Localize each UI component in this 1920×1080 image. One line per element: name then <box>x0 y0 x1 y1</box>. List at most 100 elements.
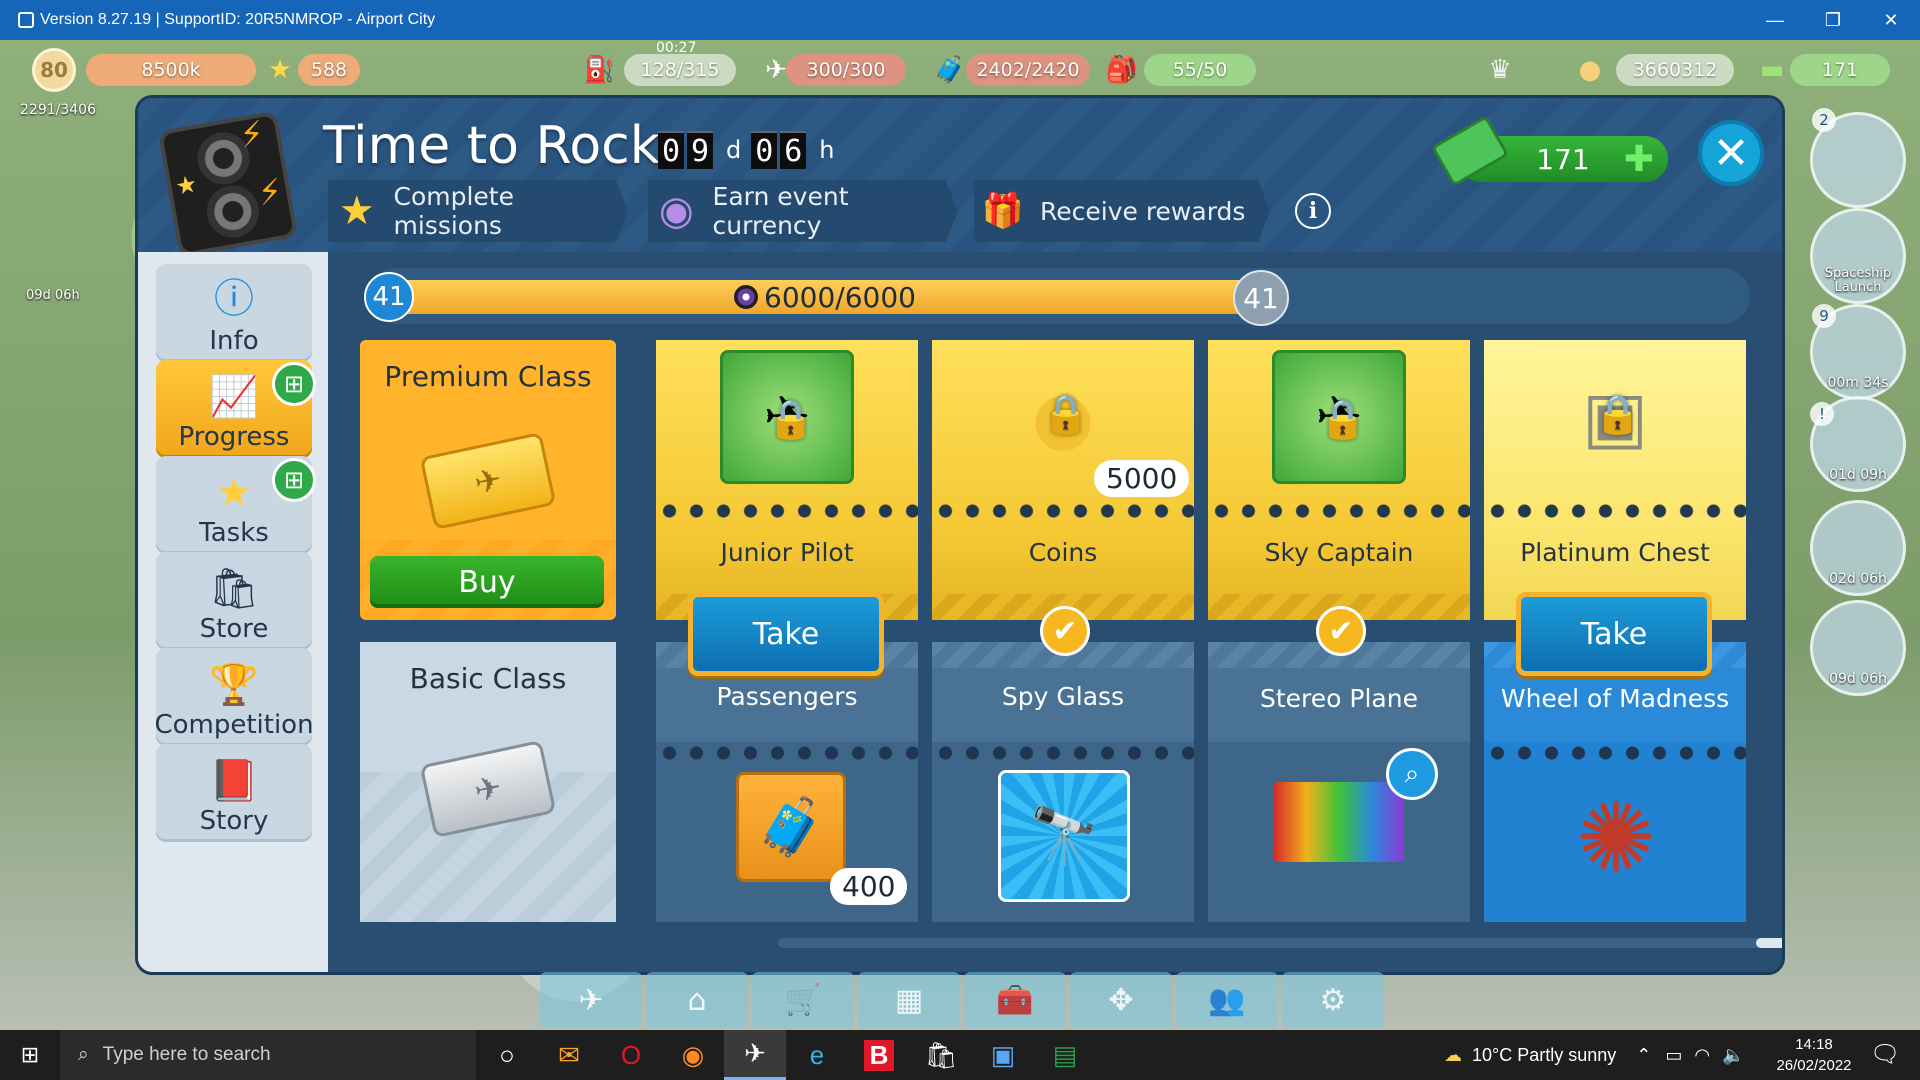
b-app-icon[interactable]: B <box>848 1030 910 1080</box>
cash-icon: ▬ <box>1759 55 1785 85</box>
hud-label: 09d 06h <box>1829 671 1887 687</box>
progress-bar: 6000/6000 <box>368 268 1750 324</box>
basic-class-title: Basic Class <box>409 662 567 695</box>
reward-label: Spy Glass <box>1001 682 1125 711</box>
shopping-bag-icon: 🛍 <box>208 566 260 612</box>
airport-city-app-icon[interactable]: ✈ <box>724 1030 786 1080</box>
spyglass-icon: 🔭 <box>998 770 1130 902</box>
event-timer: 0 9 d 0 6 h <box>658 130 844 170</box>
cart-icon[interactable]: 🛒 <box>752 972 854 1028</box>
volume-icon[interactable]: 🔈 <box>1722 1045 1744 1066</box>
search-placeholder: Type here to search <box>102 1044 271 1065</box>
cargo-counter: 300/300 <box>786 54 906 86</box>
restore-button[interactable]: ❐ <box>1804 0 1862 40</box>
lock-icon: 🔒 <box>1042 392 1090 436</box>
hud-label: 01d 09h <box>1829 467 1887 483</box>
take-reward-button[interactable]: Take <box>1516 592 1712 676</box>
weather-text[interactable]: 10°C Partly sunny <box>1472 1045 1616 1066</box>
record-disc-icon <box>734 285 759 309</box>
reward-label: Junior Pilot <box>720 538 854 567</box>
quantity-badge: 400 <box>830 868 908 905</box>
windows-taskbar: ⊞ ⌕ Type here to search ○ ✉ O ◉ ✈ e B 🛍 … <box>0 1030 1920 1080</box>
crate-icon[interactable]: ▦ <box>858 972 960 1028</box>
sidebar-item-story[interactable]: 📕 Story <box>156 744 312 842</box>
spaceship-launch-button[interactable]: Spaceship Launch <box>1810 208 1906 304</box>
sidebar-item-store[interactable]: 🛍 Store <box>156 552 312 650</box>
taskbar-clock[interactable]: 14:18 26/02/2022 <box>1764 1034 1864 1076</box>
star-icon: ★ <box>216 470 252 516</box>
speaker-icon: ⚡ ⚡ ★ <box>157 110 299 258</box>
battery-icon[interactable]: ▭ <box>1665 1045 1682 1066</box>
reward-label: Wheel of Madness <box>1500 684 1730 713</box>
hud-label: 00m 34s <box>1827 375 1889 391</box>
mail-app-icon[interactable]: ✉ <box>538 1030 600 1080</box>
basic-reward-passengers[interactable]: Passengers 🧳 400 <box>656 642 918 922</box>
add-currency-icon[interactable]: ✚ <box>1624 139 1654 180</box>
sidebar-item-label: Competition <box>154 710 314 740</box>
edge-icon[interactable]: e <box>786 1030 848 1080</box>
firefox-icon[interactable]: ◉ <box>662 1030 724 1080</box>
reward-label: Passengers <box>716 682 858 711</box>
minimize-button[interactable]: — <box>1746 0 1804 40</box>
basic-reward-wheel-of-madness[interactable]: Wheel of Madness ✺ <box>1484 642 1746 922</box>
globe-plane-icon[interactable]: ✈ <box>540 972 642 1028</box>
sidebar-item-tasks[interactable]: ★ Tasks ⊞ <box>156 456 316 554</box>
inventory-icon[interactable]: 🧰 <box>964 972 1066 1028</box>
notifications-icon[interactable]: 🗨 <box>1870 1040 1900 1069</box>
event-sidebar: ⓘ Info 📈 Progress ⊞ ★ Tasks ⊞ 🛍 Store 🏆 … <box>138 252 328 972</box>
reward-label: Stereo Plane <box>1260 684 1418 713</box>
sidebar-item-label: Story <box>199 806 269 836</box>
hangar-icon[interactable]: ⌂ <box>646 972 748 1028</box>
close-event-button[interactable]: ✕ <box>1698 120 1764 186</box>
basic-reward-stereo-plane[interactable]: Stereo Plane ⌕ <box>1208 642 1470 922</box>
store-app-icon[interactable]: 🛍 <box>910 1030 972 1080</box>
opera-icon[interactable]: O <box>600 1030 662 1080</box>
scrollbar-thumb[interactable] <box>1756 938 1782 948</box>
sidebar-item-label: Progress <box>178 422 290 452</box>
outlook-icon[interactable]: ▣ <box>972 1030 1034 1080</box>
window-close-button[interactable]: ✕ <box>1862 0 1920 40</box>
basic-reward-spy-glass[interactable]: Spy Glass 🔭 <box>932 642 1194 922</box>
premium-class-card: Premium Class ✈ Buy <box>360 340 616 620</box>
excel-icon[interactable]: ▤ <box>1034 1030 1096 1080</box>
step-complete-missions: ★ Complete missions <box>328 180 628 242</box>
sidebar-item-info[interactable]: ⓘ Info <box>156 264 312 362</box>
windows-start-icon[interactable]: ⊞ <box>0 1030 60 1080</box>
buy-premium-button[interactable]: Buy <box>370 556 604 608</box>
ferris-wheel-icon: ✺ <box>1575 782 1657 894</box>
sidebar-item-competition[interactable]: 🏆 Competition <box>154 648 314 746</box>
premium-reward-platinum-chest[interactable]: ▣ 🔒 Platinum Chest <box>1484 340 1746 620</box>
event-currency-pill[interactable]: 171 ✚ <box>1430 115 1668 187</box>
event-header: ⚡ ⚡ ★ Time to Rock 0 9 d 0 6 h ★ Complet… <box>138 98 1782 258</box>
move-icon[interactable]: ✥ <box>1070 972 1172 1028</box>
left-side-timer: 09d 06h <box>26 288 80 303</box>
horizontal-scrollbar[interactable] <box>778 938 1782 948</box>
taskbar-search-box[interactable]: ⌕ Type here to search <box>60 1030 476 1080</box>
settings-gear-icon[interactable]: ⚙ <box>1282 972 1384 1028</box>
premium-reward-coins[interactable]: ● 🔒 5000 Coins <box>932 340 1194 620</box>
progress-text: 6000/6000 <box>764 280 916 314</box>
ticket-event-button[interactable]: 09d 06h <box>1810 600 1906 696</box>
cash-counter: 171 <box>1790 54 1890 86</box>
take-reward-button[interactable]: Take <box>688 592 884 676</box>
plane-calendar-icon: ✈ 🔒 <box>1272 350 1406 484</box>
info-button[interactable]: i <box>1295 193 1331 229</box>
gift-badge-icon: ⊞ <box>272 458 316 502</box>
friends-icon[interactable]: 👥 <box>1176 972 1278 1028</box>
chevron-up-icon[interactable]: ⌃ <box>1636 1045 1651 1066</box>
staff-icon: 🎒 <box>1105 55 1139 85</box>
book-icon: 📕 <box>209 758 259 804</box>
crown-icon[interactable]: ♛ <box>1478 48 1522 92</box>
premium-reward-sky-captain[interactable]: ✈ 🔒 Sky Captain <box>1208 340 1470 620</box>
magnify-icon[interactable]: ⌕ <box>1386 748 1438 800</box>
cortana-icon[interactable]: ○ <box>476 1030 538 1080</box>
player-level-badge[interactable]: 80 <box>32 48 76 92</box>
premium-class-title: Premium Class <box>384 360 592 393</box>
sidebar-item-progress[interactable]: 📈 Progress ⊞ <box>156 360 316 458</box>
premium-reward-junior-pilot[interactable]: ✈ 🔒 Junior Pilot <box>656 340 918 620</box>
wifi-icon[interactable]: ◠ <box>1694 1045 1710 1066</box>
hud-label: 02d 06h <box>1829 571 1887 587</box>
building-button[interactable]: 02d 06h <box>1810 500 1906 596</box>
event-panel: ⚡ ⚡ ★ Time to Rock 0 9 d 0 6 h ★ Complet… <box>138 98 1782 972</box>
record-disc-icon: ◉ <box>658 188 694 234</box>
